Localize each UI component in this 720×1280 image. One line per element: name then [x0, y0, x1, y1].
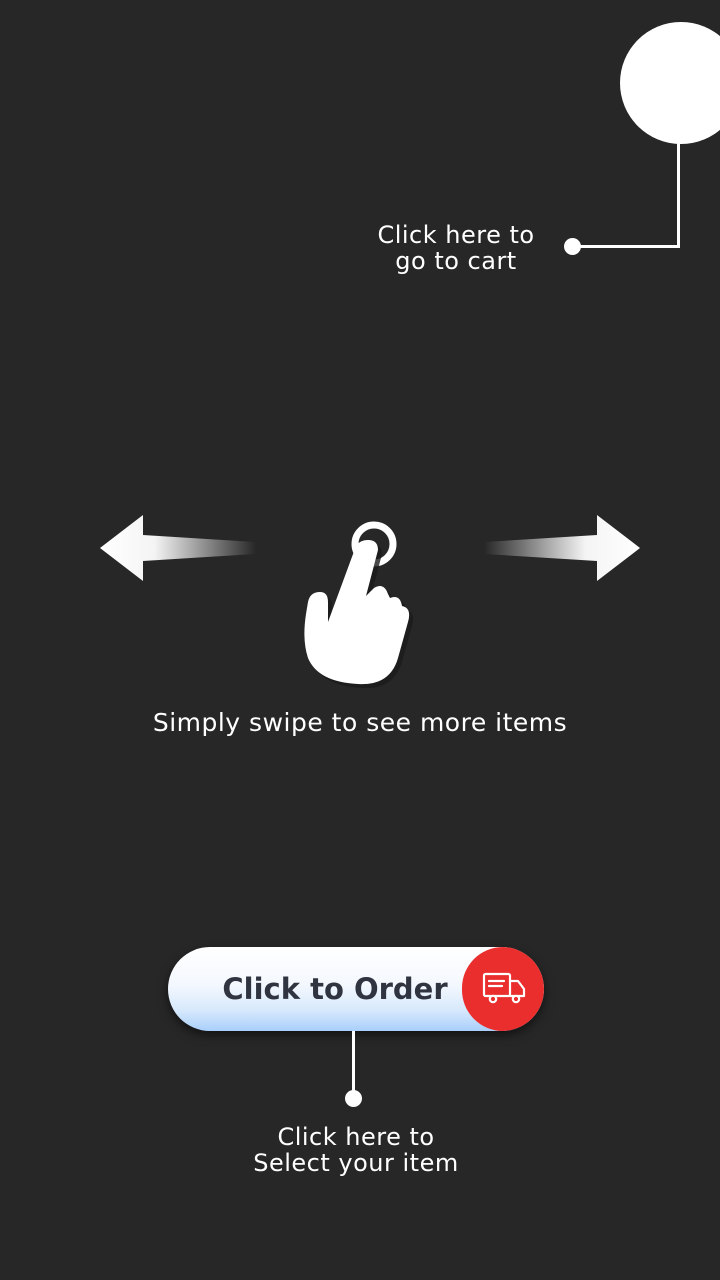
click-to-order-button[interactable]: Click to Order	[168, 947, 544, 1031]
cart-leader-dot	[564, 238, 581, 255]
tutorial-overlay: Click here to go to cart Simply swipe to…	[0, 0, 720, 1280]
cart-hint-line2: go to cart	[395, 247, 517, 275]
swipe-hint-text: Simply swipe to see more items	[152, 708, 568, 737]
tap-hand-icon	[304, 521, 414, 689]
cart-hint-line1: Click here to	[377, 221, 535, 249]
cart-target-circle[interactable]	[620, 22, 720, 144]
order-leader-dot	[345, 1090, 362, 1107]
cart-leader-line-vertical	[677, 140, 680, 248]
arrow-right-icon	[484, 515, 640, 581]
delivery-truck-icon	[482, 972, 526, 1004]
order-button-label: Click to Order	[222, 972, 448, 1006]
arrow-left-icon	[100, 515, 256, 581]
select-hint-line1: Click here to	[277, 1123, 435, 1151]
order-icon-badge	[462, 947, 544, 1031]
cart-leader-line-horizontal	[574, 245, 680, 248]
select-hint-text: Click here to Select your item	[224, 1124, 488, 1176]
cart-hint-text: Click here to go to cart	[356, 222, 556, 274]
select-hint-line2: Select your item	[253, 1149, 459, 1177]
order-leader-line	[352, 1031, 355, 1097]
